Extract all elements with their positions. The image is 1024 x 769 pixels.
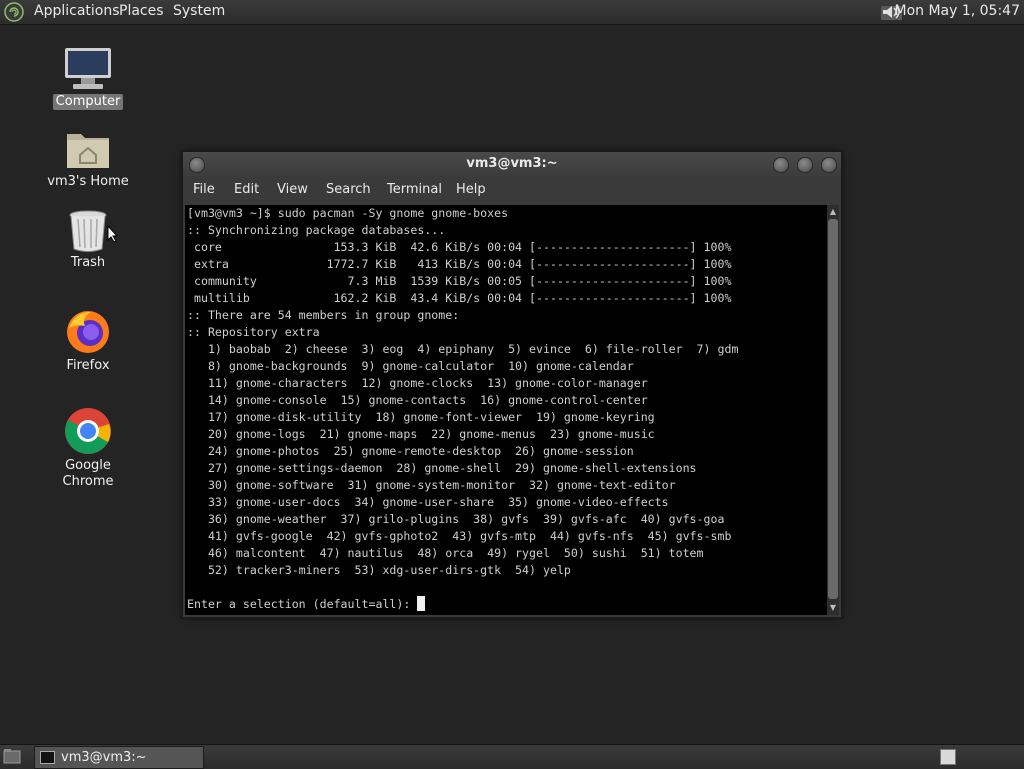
terminal-text: [vm3@vm3 ~]$ sudo pacman -Sy gnome gnome… — [185, 205, 827, 596]
scroll-down-icon[interactable]: ▼ — [828, 602, 838, 614]
desktop-icon-label: Trash — [70, 255, 106, 270]
terminal-line: 11) gnome-characters 12) gnome-clocks 13… — [187, 376, 648, 390]
desktop-icon-label: Google Chrome — [62, 458, 114, 489]
terminal-line: 30) gnome-software 31) gnome-system-moni… — [187, 478, 676, 492]
terminal-line: :: Synchronizing package databases... — [187, 223, 446, 237]
menu-file[interactable]: File — [193, 182, 215, 197]
desktop-icon-label: Computer — [52, 94, 124, 110]
desktop-icon-chrome[interactable]: Google Chrome — [38, 406, 138, 490]
desktop-icon-firefox[interactable]: Firefox — [38, 308, 138, 374]
terminal-line: community 7.3 MiB 1539 KiB/s 00:05 [----… — [187, 274, 732, 288]
terminal-scrollbar[interactable]: ▲ ▼ — [827, 205, 839, 615]
window-titlebar[interactable]: vm3@vm3:~ — [183, 152, 841, 178]
terminal-output[interactable]: [vm3@vm3 ~]$ sudo pacman -Sy gnome gnome… — [185, 205, 827, 615]
desktop-icon-trash[interactable]: Trash — [38, 209, 138, 271]
top-panel: Applications Places System Mon May 1, 05… — [0, 0, 1024, 25]
terminal-line: 36) gnome-weather 37) grilo-plugins 38) … — [187, 512, 725, 526]
taskbar-item-terminal[interactable]: vm3@vm3:~ — [34, 746, 204, 769]
computer-icon — [65, 48, 111, 89]
text-cursor — [417, 596, 426, 611]
maximize-button[interactable] — [797, 157, 813, 173]
desktop-icon-label: vm3's Home — [47, 174, 129, 189]
terminal-line: 27) gnome-settings-daemon 28) gnome-shel… — [187, 461, 697, 475]
scroll-up-icon[interactable]: ▲ — [828, 206, 838, 218]
bottom-panel: vm3@vm3:~ — [0, 744, 1024, 769]
chrome-icon — [65, 408, 111, 454]
close-button[interactable] — [821, 157, 837, 173]
mouse-pointer-icon — [107, 225, 119, 243]
terminal-icon — [40, 751, 55, 764]
terminal-line: 1) baobab 2) cheese 3) eog 4) epiphany 5… — [187, 342, 739, 356]
menu-edit[interactable]: Edit — [234, 182, 259, 197]
terminal-line: 33) gnome-user-docs 34) gnome-user-share… — [187, 495, 669, 509]
terminal-line: 17) gnome-disk-utility 18) gnome-font-vi… — [187, 410, 655, 424]
menu-help[interactable]: Help — [456, 182, 486, 197]
terminal-line: 20) gnome-logs 21) gnome-maps 22) gnome-… — [187, 427, 655, 441]
applications-menu[interactable]: Applications — [34, 0, 120, 24]
places-menu[interactable]: Places — [119, 0, 164, 24]
terminal-line: :: There are 54 members in group gnome: — [187, 308, 460, 322]
clock[interactable]: Mon May 1, 05:47 — [894, 0, 1020, 22]
terminal-line: 8) gnome-backgrounds 9) gnome-calculator… — [187, 359, 634, 373]
trash-icon — [69, 210, 107, 252]
terminal-line: 24) gnome-photos 25) gnome-remote-deskto… — [187, 444, 634, 458]
terminal-menubar: File Edit View Search Terminal Help — [183, 178, 841, 204]
firefox-icon — [67, 311, 109, 353]
terminal-line: [vm3@vm3 ~]$ sudo pacman -Sy gnome gnome… — [187, 206, 509, 220]
terminal-line: core 153.3 KiB 42.6 KiB/s 00:04 [-------… — [187, 240, 732, 254]
terminal-line: 52) tracker3-miners 53) xdg-user-dirs-gt… — [187, 563, 571, 577]
taskbar-item-label: vm3@vm3:~ — [61, 750, 147, 765]
terminal-line: :: Repository extra — [187, 325, 320, 339]
terminal-window[interactable]: vm3@vm3:~ File Edit View Search Terminal… — [182, 151, 842, 618]
window-title: vm3@vm3:~ — [466, 156, 558, 171]
scrollbar-thumb[interactable] — [828, 219, 838, 599]
menu-view[interactable]: View — [277, 182, 308, 197]
workspace-switcher[interactable] — [940, 749, 956, 765]
desktop-icon-computer[interactable]: Computer — [38, 46, 138, 110]
desktop-icon-home[interactable]: vm3's Home — [38, 128, 138, 190]
menu-search[interactable]: Search — [326, 182, 371, 197]
distro-logo-icon[interactable] — [4, 2, 24, 22]
menu-terminal[interactable]: Terminal — [387, 182, 442, 197]
desktop-icon-label: Firefox — [66, 358, 110, 373]
minimize-button[interactable] — [773, 157, 789, 173]
terminal-prompt-line: Enter a selection (default=all): — [185, 596, 827, 613]
terminal-line: 46) malcontent 47) nautilus 48) orca 49)… — [187, 546, 704, 560]
terminal-prompt: Enter a selection (default=all): — [187, 597, 418, 611]
terminal-line: multilib 162.2 KiB 43.4 KiB/s 00:04 [---… — [187, 291, 732, 305]
system-menu[interactable]: System — [173, 0, 225, 24]
home-folder-icon — [67, 134, 109, 168]
terminal-line: 14) gnome-console 15) gnome-contacts 16)… — [187, 393, 648, 407]
terminal-line: extra 1772.7 KiB 413 KiB/s 00:04 [------… — [187, 257, 732, 271]
terminal-line: 41) gvfs-google 42) gvfs-gphoto2 43) gvf… — [187, 529, 732, 543]
show-desktop-icon[interactable] — [3, 748, 21, 764]
